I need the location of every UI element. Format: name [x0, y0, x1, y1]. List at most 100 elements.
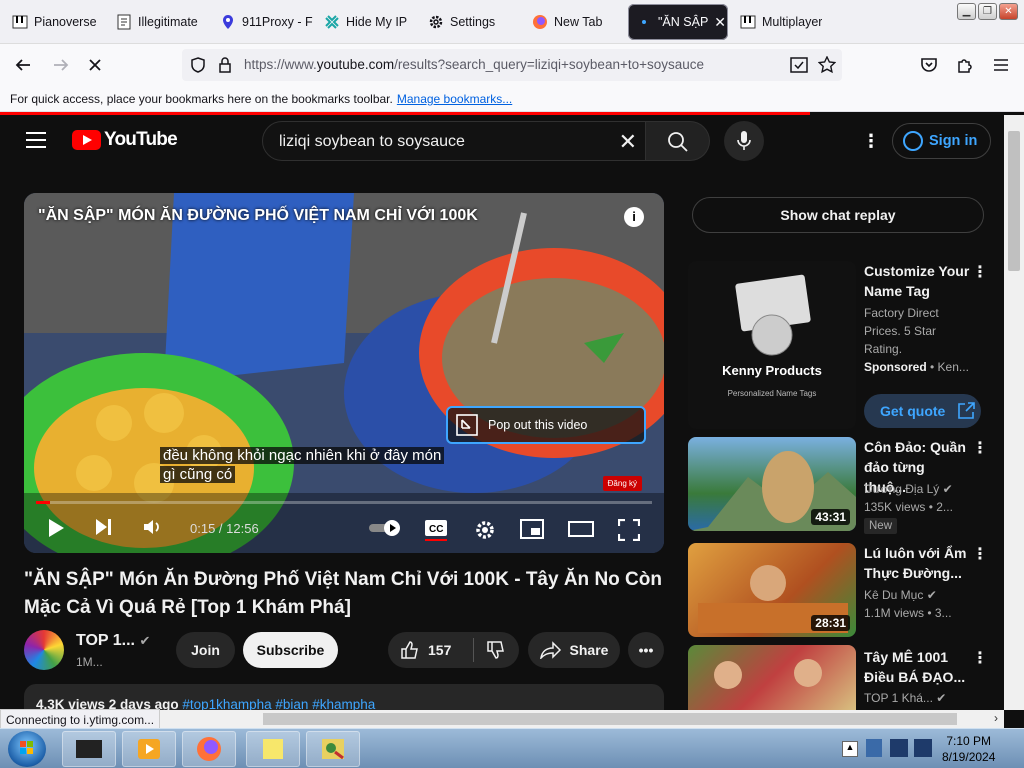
vertical-scrollbar[interactable] [1004, 115, 1024, 710]
tab-hidemyip[interactable]: Hide My IP [316, 4, 420, 40]
video-overlay-title: "ĂN SẬP" MÓN ĂN ĐƯỜNG PHỐ VIỆT NAM CHỈ V… [38, 207, 478, 224]
extensions-button[interactable] [954, 54, 976, 76]
pocket-button[interactable] [918, 54, 940, 76]
settings-kebab-icon[interactable]: ⋮ [862, 131, 880, 152]
miniplayer-button[interactable] [520, 519, 544, 545]
taskbar-firefox[interactable] [182, 731, 236, 767]
video-player[interactable]: "ĂN SẬP" MÓN ĂN ĐƯỜNG PHỐ VIỆT NAM CHỈ V… [24, 193, 664, 553]
sidebar-video-channel: Dương Địa Lý ✔ [864, 482, 953, 496]
sidebar-video-title[interactable]: Lú luôn với Ẩm Thực Đường... [864, 543, 970, 583]
channel-avatar[interactable] [24, 630, 64, 670]
back-button[interactable] [12, 54, 34, 76]
subscribe-watermark[interactable]: Đăng ký [602, 476, 642, 491]
gear-icon [476, 521, 494, 539]
thumbs-down-icon[interactable] [486, 640, 506, 660]
video-menu-icon[interactable]: ⋮ [972, 544, 988, 564]
subscribe-button[interactable]: Subscribe [243, 632, 338, 668]
tab-active-video[interactable]: "ĂN SẬP ✕ [628, 4, 728, 40]
url-text[interactable]: https://www.youtube.com/results?search_q… [244, 57, 704, 72]
forward-button[interactable] [50, 54, 72, 76]
tab-illegitimate[interactable]: Illegitimate [108, 4, 212, 40]
ad-title[interactable]: Customize Your Name Tag [864, 261, 970, 301]
lock-icon[interactable] [218, 57, 232, 73]
theater-mode-button[interactable] [568, 519, 594, 545]
guide-menu-icon[interactable] [26, 132, 46, 148]
stop-loading-button[interactable] [84, 54, 106, 76]
tab-strip: Pianoverse Illegitimate 911Proxy - F Hid… [0, 0, 1024, 44]
play-button[interactable] [46, 517, 66, 545]
network-icon[interactable] [890, 739, 908, 757]
voice-search-button[interactable] [724, 121, 764, 161]
youtube-logo[interactable]: YouTube [72, 129, 178, 151]
video-thumbnail[interactable] [688, 645, 856, 710]
back-arrow-icon [15, 59, 30, 71]
close-tab-icon[interactable]: ✕ [714, 14, 726, 31]
scroll-right-arrow-icon[interactable]: › [994, 711, 998, 725]
join-button[interactable]: Join [176, 632, 235, 668]
url-bar[interactable]: https://www.youtube.com/results?search_q… [182, 49, 842, 81]
captions-button[interactable]: CC [424, 519, 448, 547]
windows-logo-icon [20, 741, 33, 754]
name-tag-badge-image [751, 314, 793, 356]
navigation-toolbar: https://www.youtube.com/results?search_q… [0, 44, 1024, 86]
tab-multiplayer[interactable]: Multiplayer [732, 4, 822, 40]
mute-button[interactable] [142, 517, 164, 543]
sidebar-video-title[interactable]: Tây MÊ 1001 Điều BÁ ĐẠO... [864, 647, 970, 687]
clear-search-icon[interactable]: ✕ [619, 129, 637, 155]
pop-out-video-button[interactable]: Pop out this video [446, 406, 646, 444]
taskbar-media-player[interactable] [122, 731, 176, 767]
volume-icon [144, 520, 159, 534]
vertical-scroll-thumb[interactable] [1008, 131, 1020, 271]
minimize-button[interactable]: ▁ [957, 3, 976, 20]
system-clock[interactable]: 7:10 PM 8/19/2024 [942, 733, 995, 765]
ad-thumbnail[interactable]: Kenny Products Personalized Name Tags [688, 261, 856, 429]
bookmarks-toolbar: For quick access, place your bookmarks h… [0, 86, 1024, 112]
channel-name[interactable]: TOP 1... ✔ [76, 632, 150, 650]
captions-text: đều không khỏi ngạc nhiên khi ở đây món … [160, 446, 445, 484]
manage-bookmarks-link[interactable]: Manage bookmarks... [397, 92, 512, 106]
seek-bar[interactable] [36, 501, 652, 504]
close-window-button[interactable]: ✕ [999, 3, 1018, 20]
more-actions-button[interactable]: ••• [628, 632, 664, 668]
info-icon[interactable]: i [624, 207, 644, 227]
show-chat-replay-button[interactable]: Show chat replay [692, 197, 984, 233]
volume-tray-icon[interactable] [914, 739, 932, 757]
get-quote-button[interactable]: Get quote [864, 394, 981, 428]
sticky-notes-icon [263, 739, 283, 759]
next-button[interactable] [94, 517, 114, 543]
settings-button[interactable] [474, 519, 496, 547]
pianoverse-icon [12, 14, 28, 30]
share-button[interactable]: Share [528, 632, 620, 668]
reader-mode-icon[interactable] [790, 57, 808, 73]
search-input[interactable]: liziqi soybean to soysauce ✕ [262, 121, 646, 161]
video-thumbnail[interactable]: 43:31 [688, 437, 856, 531]
taskbar-app-1[interactable] [62, 731, 116, 767]
tab-pianoverse[interactable]: Pianoverse [4, 4, 108, 40]
video-menu-icon[interactable]: ⋮ [972, 648, 988, 668]
taskbar-control-panel[interactable] [306, 731, 360, 767]
sign-in-button[interactable]: Sign in [892, 123, 991, 159]
show-hidden-icons-icon[interactable]: ▲ [842, 741, 858, 757]
autoplay-toggle[interactable] [368, 519, 402, 543]
shield-icon[interactable] [190, 57, 206, 73]
like-button[interactable]: 157 [400, 640, 451, 660]
verified-icon: ✔ [139, 633, 151, 648]
tab-new-tab[interactable]: New Tab [524, 4, 628, 40]
ad-menu-icon[interactable]: ⋮ [972, 262, 988, 282]
time-display: 0:15 / 12:56 [190, 521, 259, 536]
bookmark-star-icon[interactable] [818, 56, 836, 74]
video-thumbnail[interactable]: 28:31 [688, 543, 856, 637]
status-bar: Connecting to i.ytimg.com... [0, 709, 161, 729]
horizontal-scroll-thumb[interactable] [263, 713, 957, 725]
video-menu-icon[interactable]: ⋮ [972, 438, 988, 458]
taskbar-sticky-notes[interactable] [246, 731, 300, 767]
tab-settings[interactable]: Settings [420, 4, 524, 40]
app-menu-button[interactable] [990, 54, 1012, 76]
tray-icon-1[interactable] [866, 739, 882, 757]
restore-button[interactable]: ❐ [978, 3, 997, 20]
search-button[interactable] [646, 121, 710, 161]
start-button[interactable] [8, 731, 46, 767]
tab-911proxy[interactable]: 911Proxy - F [212, 4, 316, 40]
external-link-icon [958, 402, 976, 419]
fullscreen-button[interactable] [617, 518, 641, 547]
